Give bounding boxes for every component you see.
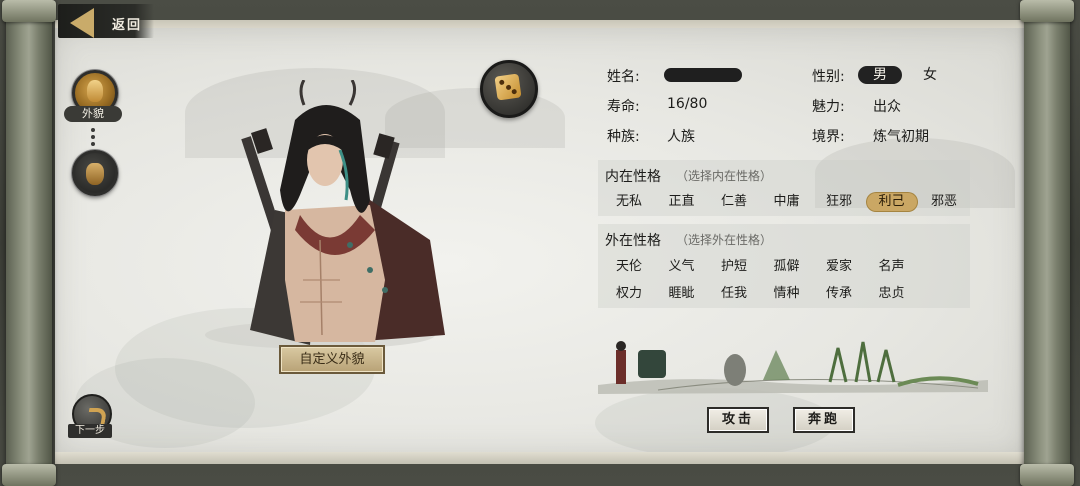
character-tab[interactable]: [72, 150, 118, 196]
lifespan-label: 寿命:: [607, 99, 640, 115]
inner-trait-option[interactable]: 无私: [604, 193, 654, 211]
rod-cap: [1020, 0, 1074, 22]
appearance-face-icon: [87, 80, 103, 102]
dice-icon: [494, 73, 522, 101]
outer-personality-hint: （选择外在性格）: [676, 233, 773, 247]
outer-personality-title: 外在性格: [605, 233, 661, 249]
realm-label: 境界:: [812, 129, 845, 145]
next-step-button[interactable]: 下一步: [68, 392, 112, 440]
gender-label: 性别:: [812, 69, 845, 85]
outer-trait-option[interactable]: 传承: [814, 285, 864, 303]
character-portrait: [205, 80, 445, 349]
name-label: 姓名:: [607, 69, 640, 85]
gender-male-option[interactable]: 男: [858, 66, 902, 84]
outer-trait-option[interactable]: 爱家: [814, 258, 864, 276]
next-step-arrow-icon: [86, 408, 108, 424]
character-token-icon: [86, 163, 104, 185]
outer-trait-option[interactable]: 护短: [709, 258, 759, 276]
inner-trait-option[interactable]: 邪恶: [919, 193, 969, 211]
paper-edge-bottom: [55, 452, 1025, 464]
flee-button[interactable]: 奔跑: [793, 407, 855, 433]
inner-trait-option[interactable]: 中庸: [762, 193, 812, 211]
battle-scene-illustration: [598, 341, 988, 394]
scroll-rod-right: [1020, 0, 1074, 486]
appearance-tab-label: 外貌: [64, 106, 122, 122]
next-step-label: 下一步: [68, 424, 112, 438]
lifespan-value: 16/80: [667, 96, 708, 112]
outer-trait-option[interactable]: 权力: [604, 285, 654, 303]
outer-trait-option[interactable]: 义气: [657, 258, 707, 276]
back-label: 返回: [112, 18, 143, 33]
outer-trait-option[interactable]: 情种: [762, 285, 812, 303]
inner-trait-option[interactable]: 正直: [657, 193, 707, 211]
outer-trait-option[interactable]: 忠贞: [867, 285, 917, 303]
outer-trait-option[interactable]: 睚眦: [657, 285, 707, 303]
rod-cap: [1020, 464, 1074, 486]
outer-trait-option[interactable]: 任我: [709, 285, 759, 303]
charm-value: 出众: [873, 99, 901, 115]
attack-button[interactable]: 攻击: [707, 407, 769, 433]
name-value-redacted[interactable]: [664, 68, 742, 82]
rod-cap: [2, 464, 56, 486]
custom-appearance-button[interactable]: 自定义外貌: [279, 345, 385, 374]
inner-trait-option[interactable]: 仁善: [709, 193, 759, 211]
gender-female-option[interactable]: 女: [908, 66, 952, 84]
race-label: 种族:: [607, 129, 640, 145]
race-value: 人族: [667, 129, 695, 145]
back-button[interactable]: 返回: [58, 0, 178, 40]
step-dots: [91, 128, 95, 149]
inner-trait-option[interactable]: 狂邪: [814, 193, 864, 211]
rod-cap: [2, 0, 56, 22]
back-arrow-icon: [70, 8, 94, 38]
randomize-dice-button[interactable]: [480, 60, 538, 118]
inner-personality-hint: （选择内在性格）: [676, 169, 773, 183]
inner-trait-option[interactable]: 利己: [866, 193, 917, 211]
charm-label: 魅力:: [812, 99, 845, 115]
realm-value: 炼气初期: [873, 129, 929, 145]
scroll-rod-left: [2, 0, 56, 486]
inner-personality-title: 内在性格: [605, 169, 661, 185]
outer-trait-option[interactable]: 天伦: [604, 258, 654, 276]
outer-trait-option[interactable]: 孤僻: [762, 258, 812, 276]
outer-trait-option[interactable]: 名声: [867, 258, 917, 276]
